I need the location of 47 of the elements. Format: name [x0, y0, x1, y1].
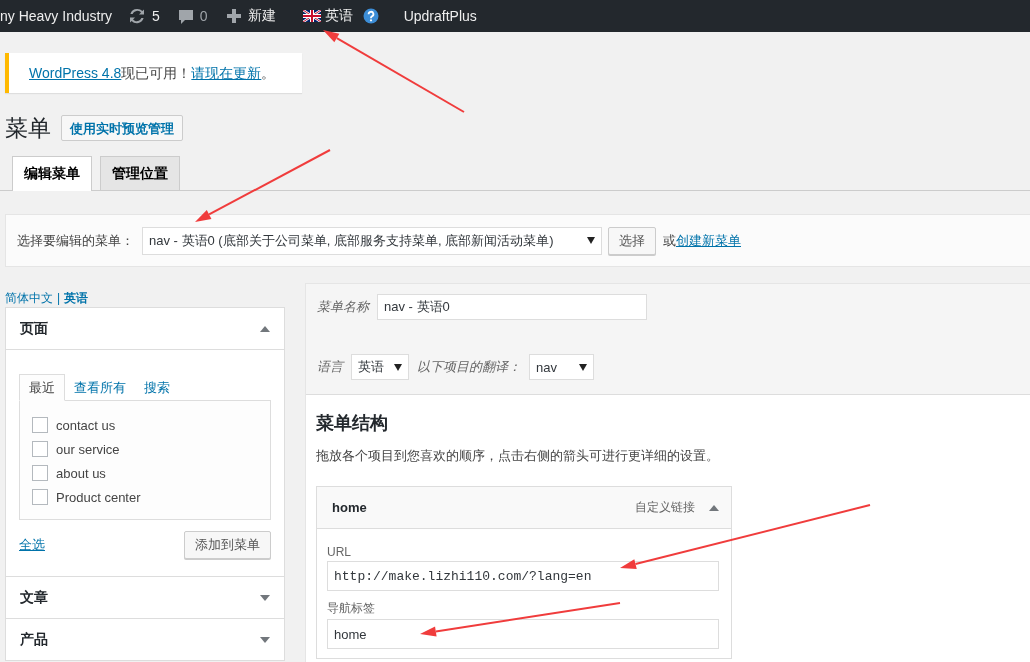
- comments-count: 0: [199, 8, 208, 24]
- select-all-link[interactable]: 全选: [19, 536, 45, 554]
- add-to-menu-button[interactable]: 添加到菜单: [184, 531, 271, 559]
- section-title[interactable]: 页面: [20, 319, 48, 338]
- tab[interactable]: 管理位置: [100, 156, 180, 190]
- separator-text: |: [57, 291, 61, 305]
- update-notice: WordPress 4.8现已可用！请现在更新。: [29, 64, 277, 82]
- language-switcher[interactable]: 英语: [324, 7, 353, 25]
- menu-select[interactable]: nav - 英语0 (底部关于公司菜单, 底部服务支持菜单, 底部新闻活动菜单): [142, 226, 602, 255]
- page-label: contact us: [56, 417, 116, 433]
- menu-item-type: 自定义链接: [635, 499, 695, 516]
- tab[interactable]: 搜索: [135, 375, 179, 400]
- tab[interactable]: 最近: [19, 374, 65, 401]
- page-label: our service: [56, 441, 120, 457]
- new-link[interactable]: 新建: [247, 7, 276, 25]
- section-title[interactable]: 文章: [20, 588, 48, 607]
- language-select[interactable]: 英语: [351, 354, 409, 380]
- menu-select-label: 选择要编辑的菜单：: [17, 231, 134, 250]
- menu-name-label: 菜单名称: [317, 298, 369, 316]
- version-link[interactable]: WordPress 4.8: [29, 65, 122, 81]
- language-label: 语言: [317, 358, 343, 376]
- plugin-menu-link[interactable]: UpdraftPlus: [387, 0, 486, 32]
- live-preview-button[interactable]: 使用实时预览管理: [61, 115, 183, 141]
- translation-select[interactable]: nav: [529, 354, 594, 380]
- site-name-link[interactable]: ny Heavy Industry: [0, 0, 122, 32]
- menu-item-title: home: [332, 500, 367, 515]
- nav-label-field[interactable]: home: [327, 619, 719, 649]
- page-label: Product center: [56, 489, 141, 505]
- update-link[interactable]: 请现在更新: [191, 65, 262, 81]
- select-button[interactable]: 选择: [608, 226, 656, 255]
- tab[interactable]: 查看所有: [65, 375, 135, 400]
- page-title: 菜单: [5, 113, 51, 143]
- menu-name-field[interactable]: nav - 英语0: [377, 294, 647, 320]
- instructions-text: 拖放各个项目到您喜欢的顺序，点击右侧的箭头可进行更详细的设置。: [316, 447, 720, 465]
- section-title[interactable]: 产品: [20, 630, 48, 649]
- section-heading: 菜单结构: [316, 412, 389, 435]
- language-link[interactable]: 简体中文: [5, 289, 53, 307]
- create-menu-link[interactable]: 创建新菜单: [676, 231, 741, 250]
- language-link[interactable]: 英语: [64, 289, 89, 307]
- page-label: about us: [56, 465, 106, 481]
- nav-label-label: 导航标签: [327, 600, 376, 617]
- or-text: 或: [663, 231, 676, 250]
- url-label: URL: [327, 545, 352, 559]
- url-field[interactable]: http://make.lizhi110.com/?lang=en: [327, 561, 719, 591]
- tab[interactable]: 编辑菜单: [12, 156, 92, 191]
- updates-count: 5: [152, 8, 160, 24]
- translation-label: 以下项目的翻译：: [417, 358, 521, 376]
